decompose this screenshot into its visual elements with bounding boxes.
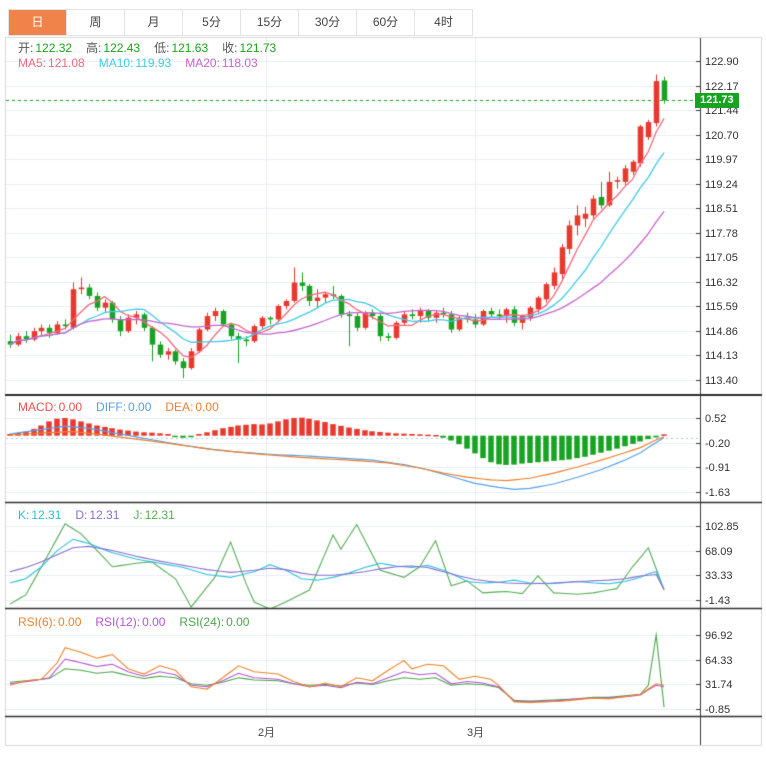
ma5-value: MA5: 121.08	[18, 56, 85, 70]
rsi-header-row: RSI(6): 0.00 RSI(12): 0.00 RSI(24): 0.00	[18, 615, 249, 629]
diff-value: DIFF: 0.00	[96, 400, 152, 414]
j-value: J: 12.31	[133, 508, 175, 522]
tab-week[interactable]: 周	[67, 10, 125, 35]
rsi24-value: RSI(24): 0.00	[179, 615, 250, 629]
dea-value: DEA: 0.00	[165, 400, 219, 414]
ma-info-row: MA5: 121.08 MA10: 119.93 MA20: 118.03	[18, 56, 258, 70]
d-value: D: 12.31	[75, 508, 120, 522]
low-value: 低: 121.63	[154, 41, 209, 55]
tab-60min[interactable]: 60分	[357, 10, 415, 35]
close-value: 收: 121.73	[222, 41, 277, 55]
tab-4hour[interactable]: 4时	[415, 10, 472, 35]
tab-day[interactable]: 日	[9, 10, 67, 35]
tab-15min[interactable]: 15分	[241, 10, 299, 35]
tab-30min[interactable]: 30分	[299, 10, 357, 35]
period-tab-bar: 日 周 月 5分 15分 30分 60分 4时	[8, 9, 473, 36]
chart-canvas[interactable]	[0, 0, 766, 759]
k-value: K: 12.31	[18, 508, 62, 522]
ohlc-info-row: 开: 122.32 高: 122.43 低: 121.63 收: 121.73	[18, 41, 276, 55]
macd-value: MACD: 0.00	[18, 400, 83, 414]
open-value: 开: 122.32	[18, 41, 73, 55]
rsi6-value: RSI(6): 0.00	[18, 615, 82, 629]
rsi12-value: RSI(12): 0.00	[95, 615, 166, 629]
high-value: 高: 122.43	[86, 41, 141, 55]
x-axis-label-mar: 3月	[466, 727, 485, 739]
tab-5min[interactable]: 5分	[183, 10, 241, 35]
x-axis-label-feb: 2月	[257, 727, 276, 739]
macd-header-row: MACD: 0.00 DIFF: 0.00 DEA: 0.00	[18, 400, 219, 414]
tab-month[interactable]: 月	[125, 10, 183, 35]
ma10-value: MA10: 119.93	[98, 56, 172, 70]
stock-chart-app: 日 周 月 5分 15分 30分 60分 4时 开: 122.32 高: 122.4…	[0, 0, 766, 759]
current-price-tag: 121.73	[695, 92, 739, 108]
kdj-header-row: K: 12.31 D: 12.31 J: 12.31	[18, 508, 175, 522]
ma20-value: MA20: 118.03	[185, 56, 258, 70]
